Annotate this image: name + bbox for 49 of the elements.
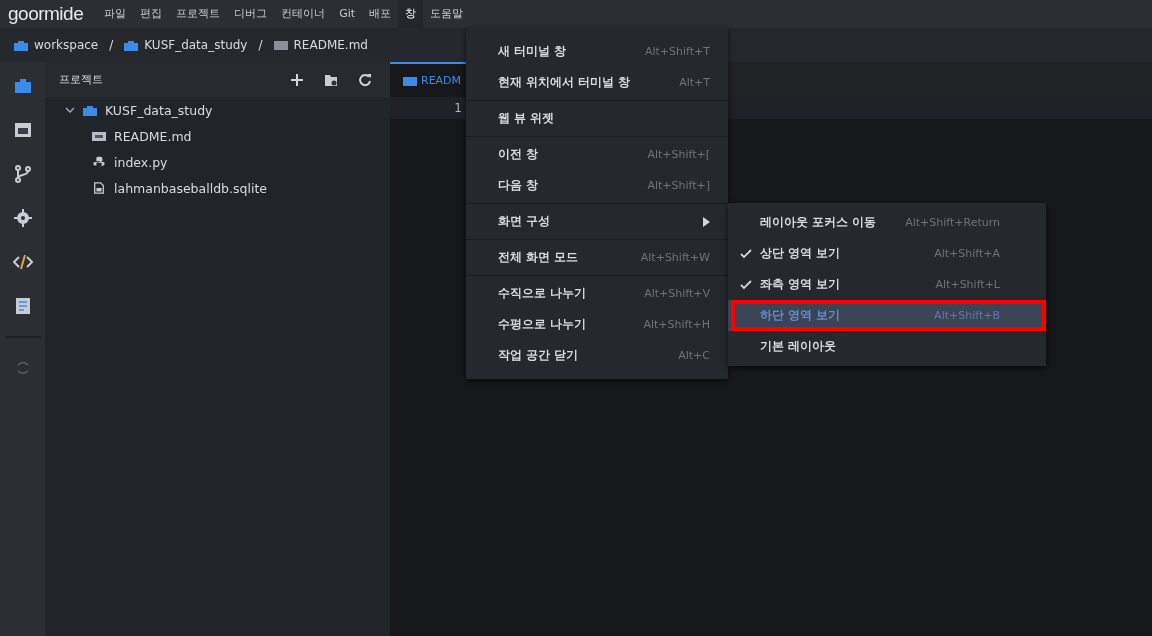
menu-item[interactable]: 수평으로 나누기 Alt+Shift+H: [466, 309, 728, 340]
menu-item[interactable]: 좌측 영역 보기 Alt+Shift+L: [728, 269, 1046, 300]
menu-item[interactable]: 기본 레이아웃: [728, 331, 1046, 362]
menu-item[interactable]: 웹 뷰 위젯: [466, 103, 728, 134]
tree-item[interactable]: index.py: [45, 149, 390, 175]
menu-item[interactable]: 디버그: [227, 0, 275, 28]
menu-item[interactable]: 레이아웃 포커스 이동 Alt+Shift+Return: [728, 207, 1046, 238]
tree-item[interactable]: lahmanbaseballdb.sqlite: [45, 175, 390, 201]
file-icon: [92, 130, 106, 142]
panel-icon[interactable]: [12, 120, 33, 140]
branch-icon[interactable]: [12, 164, 33, 184]
menu-item[interactable]: 컨테이너: [274, 0, 333, 28]
panel-title: 프로젝트: [59, 72, 104, 87]
menu-item[interactable]: 파일: [97, 0, 134, 28]
add-icon[interactable]: [290, 72, 304, 87]
app-logo: goormide: [8, 3, 84, 25]
menu-item[interactable]: 편집: [133, 0, 170, 28]
menu-item[interactable]: 창: [398, 0, 424, 28]
menu-item[interactable]: 프로젝트: [169, 0, 228, 28]
tree-item[interactable]: KUSF_data_study: [45, 97, 390, 123]
menu-item[interactable]: 다음 창 Alt+Shift+]: [466, 170, 728, 201]
menu-item[interactable]: 화면 구성: [466, 206, 728, 237]
refresh-icon[interactable]: [358, 72, 372, 87]
file-icon: [403, 74, 417, 87]
menu-item[interactable]: 도움말: [423, 0, 471, 28]
file-name: index.py: [114, 154, 168, 170]
menu-item[interactable]: 배포: [362, 0, 399, 28]
line-number: 1: [453, 101, 462, 115]
file-icon: [273, 39, 288, 51]
file-icon: [92, 182, 106, 194]
code-icon[interactable]: [12, 252, 33, 272]
python-icon: [92, 156, 106, 168]
menu-item[interactable]: 상단 영역 보기 Alt+Shift+A: [728, 238, 1046, 269]
menu-item[interactable]: 작업 공간 닫기 Alt+C: [466, 340, 728, 371]
tree-item[interactable]: README.md: [45, 123, 390, 149]
folder-icon[interactable]: [324, 72, 338, 87]
breadcrumb-item[interactable]: workspace: [34, 38, 99, 52]
breadcrumb-separator: /: [258, 38, 263, 52]
menu-item[interactable]: Git: [332, 0, 363, 28]
file-name: lahmanbaseballdb.sqlite: [114, 180, 267, 196]
breadcrumb-item[interactable]: KUSF_data_study: [144, 38, 248, 52]
folder-name: KUSF_data_study: [105, 102, 213, 118]
chevron-icon[interactable]: [65, 105, 75, 115]
breadcrumb-item[interactable]: README.md: [293, 38, 368, 52]
menu-item[interactable]: 수직으로 나누기 Alt+Shift+V: [466, 278, 728, 309]
breadcrumb-separator: /: [109, 38, 114, 52]
file-name: README.md: [114, 128, 192, 144]
menu-item[interactable]: 이전 창 Alt+Shift+[: [466, 139, 728, 170]
menu-item[interactable]: 전체 화면 모드 Alt+Shift+W: [466, 242, 728, 273]
